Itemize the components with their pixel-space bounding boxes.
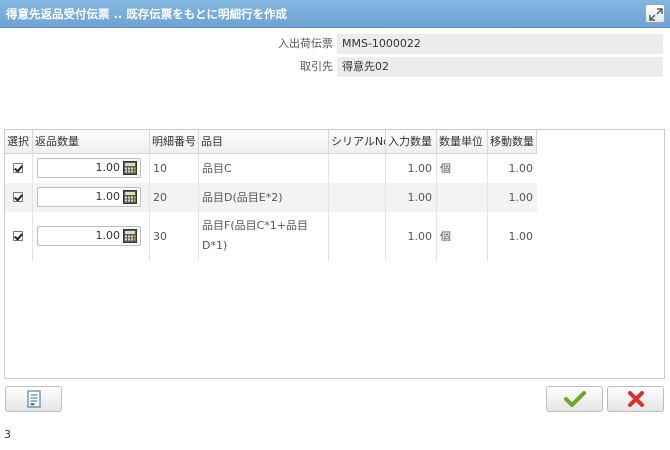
col-serial[interactable]: シリアルNo: [329, 130, 386, 154]
item-cell: 品目D(品目E*2): [199, 183, 329, 212]
serial-cell: [329, 183, 386, 212]
col-move-qty[interactable]: 移動数量: [488, 130, 537, 154]
voucher-value: MMS-1000022: [337, 34, 663, 54]
export-button[interactable]: [5, 386, 62, 412]
serial-cell: [329, 154, 386, 183]
confirm-button[interactable]: [546, 386, 603, 412]
return-qty-cell: 1.00: [33, 212, 150, 261]
item-name-continued: D*1): [202, 239, 228, 252]
select-checkbox[interactable]: [13, 163, 23, 173]
voucher-label: 入出荷伝票: [278, 37, 333, 50]
table-row[interactable]: 1.00 30 品目F(品目C*1+品目 D*1) 1.00 個 1.00: [5, 212, 537, 261]
move-qty-cell: 1.00: [508, 191, 534, 204]
expand-icon: [649, 8, 663, 21]
grid-header: 選択 返品数量 明細番号 品目 シリアルNo 入力数量 数量単位 移動数量: [5, 130, 537, 154]
record-count: 3: [4, 428, 11, 441]
calculator-icon[interactable]: [123, 161, 137, 175]
input-qty-cell: 1.00: [386, 183, 437, 212]
return-qty-cell: 1.00: [33, 183, 150, 212]
col-select[interactable]: 選択: [5, 130, 33, 154]
return-qty-value: 1.00: [95, 190, 121, 203]
return-qty-value: 1.00: [95, 161, 121, 174]
return-qty-input[interactable]: 1.00: [37, 158, 141, 178]
serial-cell: [329, 212, 386, 261]
line-no-cell: 30: [150, 212, 199, 261]
unit-cell: [437, 183, 488, 212]
item-name: 品目C: [202, 162, 232, 175]
item-cell: 品目C: [199, 154, 329, 183]
calculator-icon[interactable]: [123, 229, 137, 243]
return-qty-input[interactable]: 1.00: [37, 226, 141, 246]
partner-label: 取引先: [300, 60, 333, 73]
line-no-cell: 10: [150, 154, 199, 183]
col-item[interactable]: 品目: [199, 130, 329, 154]
return-qty-cell: 1.00: [33, 154, 150, 183]
col-input-qty[interactable]: 入力数量: [386, 130, 437, 154]
unit-cell: 個: [437, 212, 488, 261]
cancel-button[interactable]: [607, 386, 664, 412]
move-qty-cell: 1.00: [508, 162, 534, 175]
select-cell: [5, 154, 33, 183]
checkmark-icon: [564, 391, 586, 407]
select-checkbox[interactable]: [13, 192, 23, 202]
partner-value: 得意先02: [337, 57, 663, 77]
table-row[interactable]: 1.00 20 品目D(品目E*2) 1.00 1.00: [5, 183, 537, 212]
document-icon: [27, 390, 41, 408]
maximize-button[interactable]: [645, 4, 665, 23]
calculator-icon[interactable]: [123, 190, 137, 204]
input-qty-cell: 1.00: [386, 212, 437, 261]
window-title: 得意先返品受付伝票 .. 既存伝票をもとに明細行を作成: [6, 7, 288, 21]
voucher-row: 入出荷伝票 MMS-1000022: [0, 34, 670, 54]
line-no-cell: 20: [150, 183, 199, 212]
select-cell: [5, 212, 33, 261]
table-row[interactable]: 1.00 10 品目C 1.00 個 1.00: [5, 154, 537, 183]
window-titlebar: 得意先返品受付伝票 .. 既存伝票をもとに明細行を作成: [0, 0, 670, 28]
return-qty-value: 1.00: [95, 229, 121, 242]
select-cell: [5, 183, 33, 212]
unit-cell: 個: [437, 154, 488, 183]
move-qty-cell: 1.00: [508, 230, 534, 243]
input-qty-cell: 1.00: [386, 154, 437, 183]
col-unit[interactable]: 数量単位: [437, 130, 488, 154]
return-qty-input[interactable]: 1.00: [37, 187, 141, 207]
partner-row: 取引先 得意先02: [0, 57, 670, 77]
col-line-no[interactable]: 明細番号: [150, 130, 199, 154]
select-checkbox[interactable]: [13, 231, 23, 241]
item-name: 品目D(品目E*2): [202, 191, 283, 204]
item-name: 品目F(品目C*1+品目: [202, 219, 309, 232]
detail-grid: 選択 返品数量 明細番号 品目 シリアルNo 入力数量 数量単位 移動数量 1.…: [4, 129, 665, 379]
close-icon: [628, 391, 644, 407]
item-cell: 品目F(品目C*1+品目 D*1): [199, 212, 329, 261]
col-return-qty[interactable]: 返品数量: [33, 130, 150, 154]
